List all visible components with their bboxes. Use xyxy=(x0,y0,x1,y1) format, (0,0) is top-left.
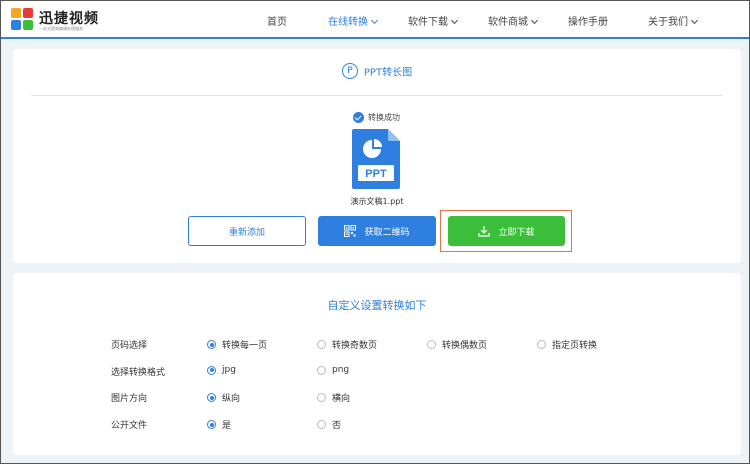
nav-item-home[interactable]: 首页 xyxy=(267,13,287,28)
option-label: 纵向 xyxy=(222,394,241,404)
download-button-label: 立即下载 xyxy=(498,227,535,238)
divider xyxy=(31,95,723,96)
status-badge: 转换成功 xyxy=(353,112,400,123)
option-label: 指定页转换 xyxy=(552,341,598,351)
tool-title: P PPT转长图 xyxy=(13,63,741,79)
radio-checked-icon[interactable] xyxy=(207,393,216,402)
nav-item-manual[interactable]: 操作手册 xyxy=(568,13,608,28)
nav-label: 软件商城 xyxy=(488,17,528,28)
option-label: 否 xyxy=(332,421,342,431)
check-circle-icon xyxy=(353,112,364,123)
nav-label: 在线转换 xyxy=(328,17,368,28)
nav-label: 软件下载 xyxy=(408,17,448,28)
qrcode-icon xyxy=(344,225,357,237)
option-label: 转换奇数页 xyxy=(332,341,378,351)
qrcode-button-label: 获取二维码 xyxy=(364,227,410,238)
radio-checked-icon[interactable] xyxy=(207,365,216,375)
nav-label: 操作手册 xyxy=(568,17,608,28)
row-label: 页码选择 xyxy=(111,341,148,351)
settings-row-page-selection: 页码选择 转换每一页 转换奇数页 转换偶数页 指定页转换 xyxy=(13,338,741,354)
radio-option[interactable]: 否 xyxy=(317,418,341,431)
download-icon xyxy=(478,226,491,237)
radio-option[interactable]: 横向 xyxy=(317,391,350,404)
option-label: 横向 xyxy=(332,394,351,404)
radio-option[interactable]: png xyxy=(317,365,349,375)
settings-card: 自定义设置转换如下 页码选择 转换每一页 转换奇数页 转换偶数页 指定页转换 选… xyxy=(13,273,741,455)
top-navbar: 迅捷视频 一站式视频编辑处理服务 首页 在线转换 软件下载 软件商城 操作手册 … xyxy=(1,1,749,39)
radio-checked-icon[interactable] xyxy=(207,340,216,349)
radio-option[interactable]: 转换奇数页 xyxy=(317,338,377,351)
row-label: 选择转换格式 xyxy=(111,368,166,378)
nav-item-online-convert[interactable]: 在线转换 xyxy=(328,13,379,28)
option-label: 转换偶数页 xyxy=(442,341,488,351)
download-button[interactable]: 立即下载 xyxy=(448,216,565,246)
chevron-down-icon xyxy=(450,16,459,25)
option-label: png xyxy=(332,365,350,375)
option-label: jpg xyxy=(222,365,236,375)
file-name: 演示文稿1.ppt xyxy=(350,197,404,206)
radio-option[interactable]: 转换每一页 xyxy=(207,338,267,351)
nav-label: 关于我们 xyxy=(648,17,688,28)
radio-option[interactable]: 纵向 xyxy=(207,391,240,404)
chevron-down-icon xyxy=(690,16,699,25)
chevron-down-icon xyxy=(370,16,379,25)
option-label: 是 xyxy=(222,421,232,431)
tool-title-text: PPT转长图 xyxy=(363,67,413,79)
radio-option[interactable]: 指定页转换 xyxy=(537,338,597,351)
nav-item-software-store[interactable]: 软件商城 xyxy=(488,13,539,28)
settings-row-format: 选择转换格式 jpg png xyxy=(13,365,741,381)
radio-unchecked-icon[interactable] xyxy=(427,340,436,349)
nav-item-about[interactable]: 关于我们 xyxy=(648,13,699,28)
settings-row-orientation: 图片方向 纵向 横向 xyxy=(13,391,741,407)
radio-unchecked-icon[interactable] xyxy=(537,340,546,349)
main-nav: 首页 在线转换 软件下载 软件商城 操作手册 关于我们 xyxy=(1,1,749,39)
readd-button[interactable]: 重新添加 xyxy=(188,216,306,246)
chevron-down-icon xyxy=(530,16,539,25)
ppt-badge-icon: P xyxy=(341,63,358,79)
radio-unchecked-icon[interactable] xyxy=(317,393,326,402)
radio-unchecked-icon[interactable] xyxy=(317,420,326,429)
conversion-result-card: P PPT转长图 转换成功 PPT 演示文稿1.ppt 重新添加 获取二维码 立… xyxy=(13,49,741,263)
radio-checked-icon[interactable] xyxy=(207,420,216,429)
status-text: 转换成功 xyxy=(368,113,400,122)
readd-button-label: 重新添加 xyxy=(228,227,265,238)
radio-option[interactable]: 转换偶数页 xyxy=(427,338,487,351)
row-label: 图片方向 xyxy=(111,394,148,404)
radio-unchecked-icon[interactable] xyxy=(317,365,326,375)
radio-option[interactable]: 是 xyxy=(207,418,231,431)
file-type-label: PPT xyxy=(365,168,387,180)
get-qrcode-button[interactable]: 获取二维码 xyxy=(318,216,436,246)
option-label: 转换每一页 xyxy=(222,341,268,351)
nav-label: 首页 xyxy=(267,17,287,28)
settings-title: 自定义设置转换如下 xyxy=(327,299,427,312)
ppt-file-icon: PPT xyxy=(352,129,400,189)
settings-row-public-file: 公开文件 是 否 xyxy=(13,418,741,434)
radio-unchecked-icon[interactable] xyxy=(317,340,326,349)
row-label: 公开文件 xyxy=(111,421,148,431)
radio-option[interactable]: jpg xyxy=(207,365,236,375)
nav-item-software-download[interactable]: 软件下载 xyxy=(408,13,459,28)
